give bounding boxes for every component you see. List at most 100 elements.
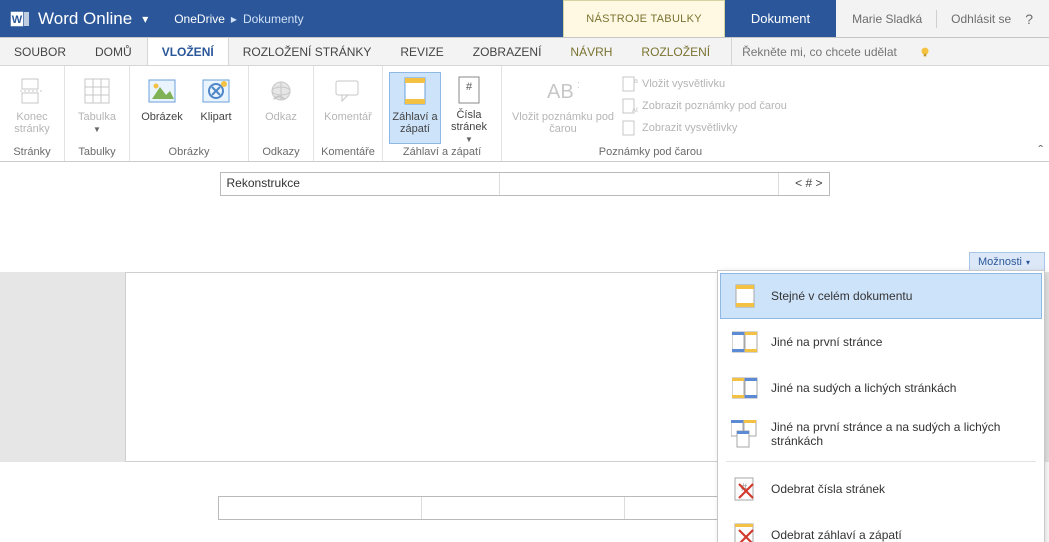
- opt-diff-oddeven-label: Jiné na sudých a lichých stránkách: [771, 381, 956, 395]
- tab-review[interactable]: REVIZE: [386, 38, 458, 65]
- signout-link[interactable]: Odhlásit se: [951, 12, 1011, 26]
- help-button[interactable]: ?: [1025, 11, 1033, 27]
- group-pictures: Obrázek Klipart Obrázky: [130, 66, 249, 161]
- crumb-sep: ▸: [231, 12, 237, 26]
- svg-text:AB¹: AB¹: [632, 108, 638, 114]
- opt-same-all[interactable]: Stejné v celém dokumentu: [720, 273, 1042, 319]
- footnote-label: Vložit poznámku pod čarou: [512, 111, 614, 135]
- group-footnotes: AB1 Vložit poznámku pod čarou ab Vložit …: [502, 66, 799, 161]
- tab-home[interactable]: DOMŮ: [81, 38, 147, 65]
- show-footnotes-label: Zobrazit poznámky pod čarou: [642, 100, 787, 112]
- tab-design[interactable]: NÁVRH: [556, 38, 627, 65]
- tab-insert[interactable]: VLOŽENÍ: [147, 38, 229, 65]
- show-endnotes-label: Zobrazit vysvětlivky: [642, 122, 737, 134]
- divider: [936, 10, 937, 28]
- header-fields[interactable]: Rekonstrukce < # >: [220, 172, 830, 196]
- header-right[interactable]: < # >: [779, 173, 829, 195]
- group-tables: Tabulka ▼ Tabulky: [65, 66, 130, 161]
- brand[interactable]: W Word Online ▾: [0, 0, 160, 37]
- svg-text:AB: AB: [547, 81, 574, 103]
- picture-label: Obrázek: [141, 111, 183, 123]
- endnote-icon: ab: [622, 76, 638, 92]
- chevron-down-icon: ▼: [93, 125, 101, 134]
- user-name[interactable]: Marie Sladká: [852, 12, 922, 26]
- group-header-footer: Záhlaví a zápatí # Čísla stránek ▼ Záhla…: [383, 66, 502, 161]
- page-numbers-button[interactable]: # Čísla stránek ▼: [443, 72, 495, 144]
- tell-me-input[interactable]: [738, 43, 918, 61]
- svg-text:ab: ab: [634, 78, 638, 85]
- group-links-label: Odkazy: [255, 144, 307, 162]
- header-left[interactable]: Rekonstrukce: [221, 173, 500, 195]
- titlebar-fill: [318, 0, 564, 37]
- tab-layout[interactable]: ROZLOŽENÍ STRÁNKY: [229, 38, 387, 65]
- group-links: Odkaz Odkazy: [249, 66, 314, 161]
- show-endnotes-button: Zobrazit vysvětlivky: [622, 120, 787, 136]
- link-label: Odkaz: [265, 111, 297, 123]
- group-pages-label: Stránky: [6, 144, 58, 162]
- opt-diff-oddeven[interactable]: Jiné na sudých a lichých stránkách: [720, 365, 1042, 411]
- contextual-tab-label: NÁSTROJE TABULKY: [563, 0, 725, 37]
- opt-remove-numbers[interactable]: # Odebrat čísla stránek: [720, 466, 1042, 512]
- opt-diff-first-label: Jiné na první stránce: [771, 335, 882, 349]
- svg-text:W: W: [12, 14, 23, 26]
- table-icon: [81, 75, 113, 107]
- brand-chevron-icon[interactable]: ▾: [142, 12, 148, 26]
- crumb-folder[interactable]: Dokumenty: [243, 12, 304, 26]
- page-break-icon: [16, 75, 48, 107]
- opt-diff-first-icon: [731, 328, 759, 356]
- titlebar: W Word Online ▾ OneDrive ▸ Dokumenty NÁS…: [0, 0, 1049, 38]
- opt-same-all-icon: [731, 282, 759, 310]
- document-name[interactable]: Dokument: [725, 0, 836, 37]
- opt-remove-hf-icon: [731, 521, 759, 542]
- header-footer-button[interactable]: Záhlaví a zápatí: [389, 72, 441, 144]
- ribbon-collapse-button[interactable]: ˆ: [1038, 142, 1043, 158]
- crumb-root[interactable]: OneDrive: [174, 12, 225, 26]
- picture-button[interactable]: Obrázek: [136, 72, 188, 144]
- group-tables-label: Tabulky: [71, 144, 123, 162]
- opt-diff-oddeven-icon: [731, 374, 759, 402]
- tabstrip: SOUBOR DOMŮ VLOŽENÍ ROZLOŽENÍ STRÁNKY RE…: [0, 38, 1049, 66]
- tab-view[interactable]: ZOBRAZENÍ: [459, 38, 557, 65]
- footnote-icon: AB1: [547, 75, 579, 107]
- header-footer-icon: [399, 75, 431, 107]
- options-button[interactable]: Možnosti: [969, 252, 1045, 272]
- stage: Rekonstrukce < # > Možnosti Stejné v cel…: [0, 172, 1049, 542]
- show-footnotes-button: AB¹ Zobrazit poznámky pod čarou: [622, 98, 787, 114]
- user-area: Marie Sladká Odhlásit se ?: [836, 0, 1049, 37]
- menu-separator: [726, 461, 1036, 462]
- tab-file[interactable]: SOUBOR: [0, 38, 81, 65]
- opt-diff-first-oddeven-label: Jiné na první stránce a na sudých a lich…: [771, 420, 1031, 448]
- group-comments-label: Komentáře: [320, 144, 376, 162]
- group-footnotes-label: Poznámky pod čarou: [508, 144, 793, 162]
- comment-button: Komentář: [320, 72, 376, 144]
- footer-left[interactable]: [219, 497, 422, 519]
- opt-remove-numbers-label: Odebrat čísla stránek: [771, 482, 885, 496]
- table-button: Tabulka ▼: [71, 72, 123, 144]
- opt-remove-hf[interactable]: Odebrat záhlaví a zápatí: [720, 512, 1042, 542]
- svg-text:#: #: [466, 81, 473, 93]
- comment-label: Komentář: [324, 111, 372, 123]
- hf-label: Záhlaví a zápatí: [392, 111, 437, 135]
- page-break-button: Konec stránky: [6, 72, 58, 144]
- lightbulb-icon: [918, 45, 932, 59]
- group-pictures-label: Obrázky: [136, 144, 242, 162]
- header-center[interactable]: [500, 173, 779, 195]
- insert-endnote-label: Vložit vysvětlivku: [642, 78, 725, 90]
- opt-remove-hf-label: Odebrat záhlaví a zápatí: [771, 528, 902, 542]
- link-button: Odkaz: [255, 72, 307, 144]
- opt-diff-first-oddeven[interactable]: Jiné na první stránce a na sudých a lich…: [720, 411, 1042, 457]
- pn-label: Čísla stránek: [451, 109, 487, 133]
- group-hf-label: Záhlaví a zápatí: [389, 144, 495, 162]
- opt-same-all-label: Stejné v celém dokumentu: [771, 289, 912, 303]
- picture-icon: [146, 75, 178, 107]
- chevron-down-icon: ▼: [465, 135, 473, 144]
- tab-tbl-layout[interactable]: ROZLOŽENÍ: [627, 38, 725, 65]
- tell-me: [731, 38, 938, 65]
- footer-center[interactable]: [422, 497, 625, 519]
- clipart-button[interactable]: Klipart: [190, 72, 242, 144]
- table-label: Tabulka: [78, 111, 116, 123]
- word-icon: W: [10, 9, 30, 29]
- insert-endnote-button: ab Vložit vysvětlivku: [622, 76, 787, 92]
- breadcrumb: OneDrive ▸ Dokumenty: [160, 0, 317, 37]
- opt-diff-first[interactable]: Jiné na první stránce: [720, 319, 1042, 365]
